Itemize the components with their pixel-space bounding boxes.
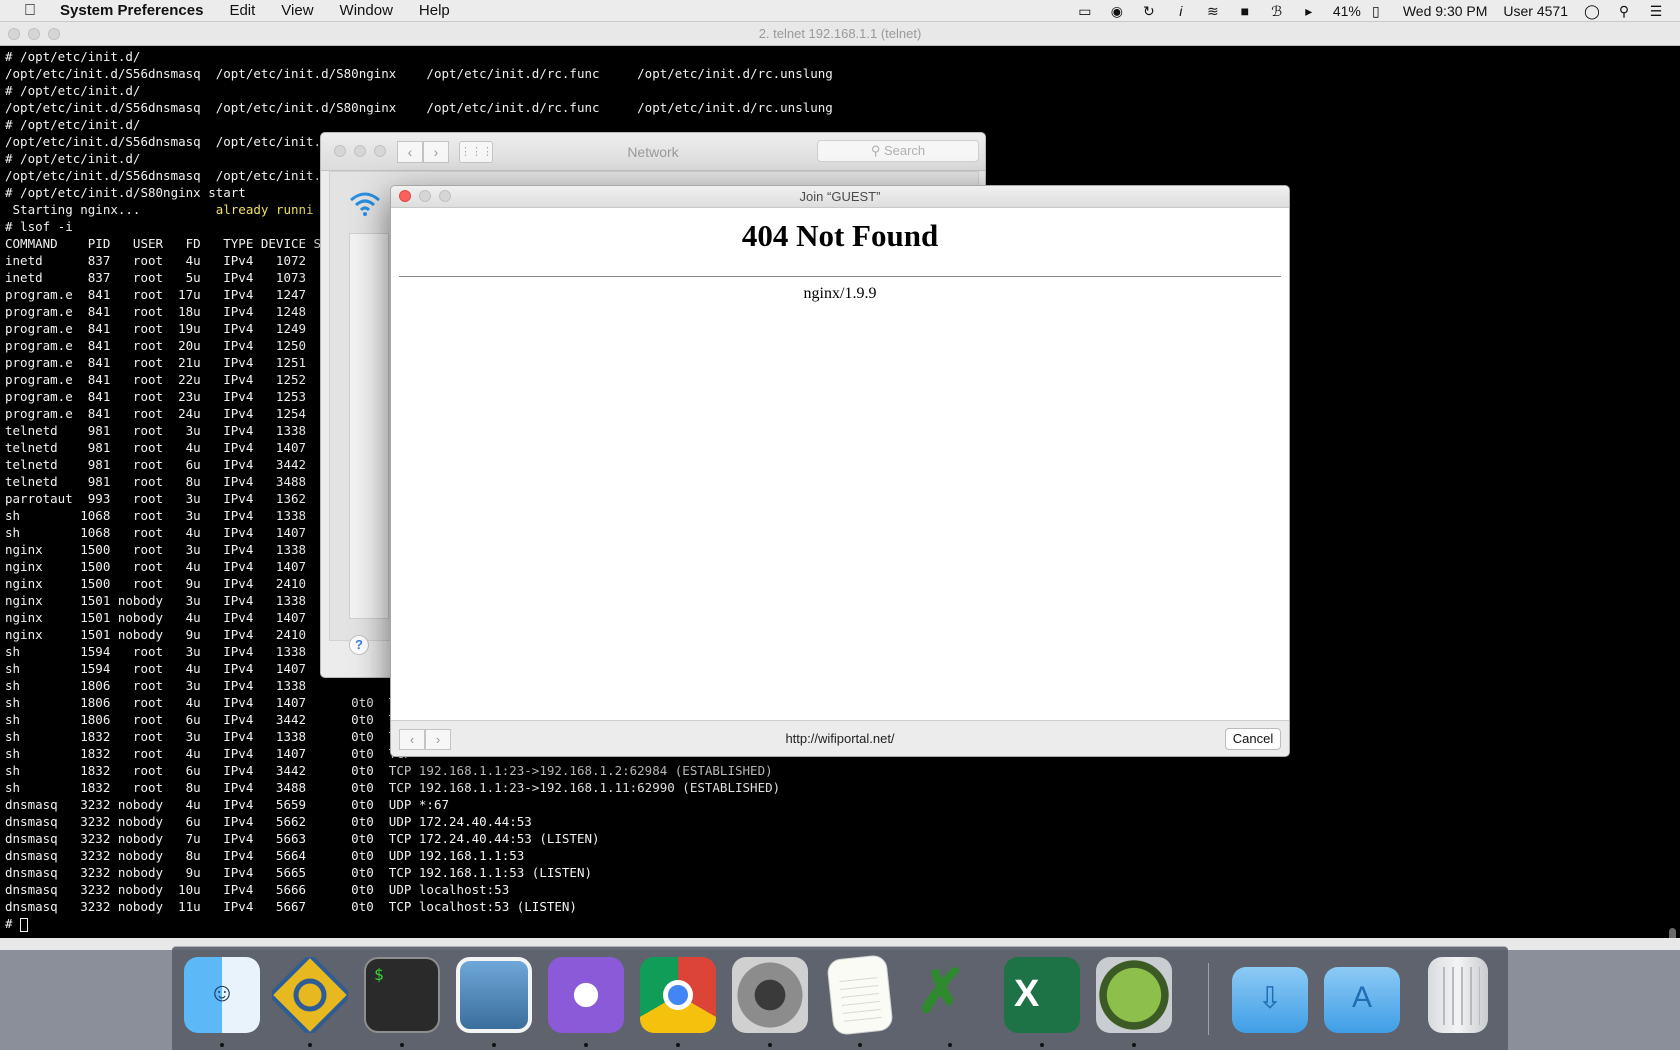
time-machine-icon[interactable] — [1096, 957, 1172, 1033]
join-footer: ‹ › http://wifiportal.net/ Cancel — [391, 720, 1289, 756]
telnet-app-icon[interactable] — [267, 952, 353, 1038]
terminal-line: dnsmasq 3232 nobody 6u IPv4 5662 0t0 UDP… — [5, 814, 532, 829]
menu-help[interactable]: Help — [419, 2, 450, 19]
zoom-button[interactable] — [439, 190, 451, 202]
network-titlebar[interactable]: ‹ › ⋮⋮⋮ Network ⚲ Search — [321, 133, 985, 171]
menu-edit[interactable]: Edit — [229, 2, 255, 19]
battery-icon[interactable]: ▯ — [1365, 4, 1387, 18]
dock: ☺ $ ✗ X ⇩ A — [172, 946, 1508, 1050]
battery-percent[interactable]: 41% — [1333, 3, 1361, 19]
running-indicator — [1132, 1043, 1136, 1047]
menu-app-name[interactable]: System Preferences — [60, 2, 203, 19]
terminal-line: /opt/etc/init.d/S56dnsmasq /opt/etc/init… — [5, 66, 833, 81]
bluetooth-icon[interactable]: ℬ — [1269, 4, 1285, 18]
running-indicator — [308, 1043, 312, 1047]
close-button[interactable] — [399, 190, 411, 202]
hangouts-icon[interactable]: ◉ — [1109, 4, 1125, 18]
sync-icon[interactable]: ↻ — [1141, 4, 1157, 18]
running-indicator — [1040, 1043, 1044, 1047]
terminal-cursor — [20, 917, 29, 932]
menu-view[interactable]: View — [281, 2, 313, 19]
portal-page: 404 Not Found nginx/1.9.9 — [391, 208, 1289, 704]
user-icon[interactable]: ◯ — [1584, 4, 1600, 18]
terminal-line: sh 1832 root 6u IPv4 3442 0t0 TCP 192.16… — [5, 763, 773, 778]
preview-icon[interactable] — [456, 957, 532, 1033]
textedit-icon[interactable] — [826, 954, 894, 1036]
terminal-prompt[interactable]: # — [5, 915, 1668, 932]
running-indicator — [858, 1043, 862, 1047]
trash-icon[interactable] — [1428, 957, 1488, 1033]
minimize-button[interactable] — [28, 28, 40, 40]
system-preferences-icon[interactable] — [732, 957, 808, 1033]
service-list[interactable] — [349, 233, 389, 619]
zoom-button[interactable] — [48, 28, 60, 40]
terminal-line: # /opt/etc/init.d/ — [5, 49, 141, 64]
airplay-icon[interactable]: ▭ — [1077, 4, 1093, 18]
join-window-controls — [399, 190, 459, 202]
chrome-icon[interactable] — [640, 957, 716, 1033]
terminal-line: # /opt/etc/init.d/ — [5, 83, 141, 98]
terminal-line: # /opt/etc/init.d/ — [5, 117, 141, 132]
search-field[interactable]: ⚲ Search — [817, 140, 979, 162]
running-indicator — [584, 1043, 588, 1047]
excel-icon[interactable]: X — [1004, 957, 1080, 1033]
running-indicator — [948, 1043, 952, 1047]
terminal-window-controls — [8, 28, 68, 40]
menu-extras: ▭ ◉ ↻ i ≋ ■ ℬ ▸ 41% ▯ Wed 9:30 PM User 4… — [1077, 0, 1680, 22]
server-signature: nginx/1.9.9 — [803, 285, 877, 302]
terminal-line: dnsmasq 3232 nobody 9u IPv4 5665 0t0 TCP… — [5, 865, 592, 880]
terminal-scrollbar[interactable] — [1669, 50, 1677, 950]
running-indicator — [400, 1043, 404, 1047]
terminal-line: dnsmasq 3232 nobody 11u IPv4 5667 0t0 TC… — [5, 899, 577, 914]
volume-icon[interactable]: ▸ — [1301, 4, 1317, 18]
help-button[interactable]: ? — [349, 635, 369, 655]
search-placeholder: Search — [883, 143, 926, 158]
join-title: Join “GUEST” — [799, 189, 881, 204]
spotlight-icon[interactable]: ⚲ — [1616, 4, 1632, 18]
running-indicator — [220, 1043, 224, 1047]
running-indicator — [676, 1043, 680, 1047]
terminal-glyph: $ — [374, 965, 384, 984]
lock-icon[interactable]: ■ — [1237, 4, 1253, 18]
dock-separator — [1208, 963, 1209, 1035]
minimize-button[interactable] — [419, 190, 431, 202]
wifi-icon — [350, 192, 380, 216]
info-icon[interactable]: i — [1173, 4, 1189, 18]
applications-folder-icon[interactable]: A — [1324, 967, 1400, 1033]
running-indicator — [492, 1043, 496, 1047]
menu-bar:  System Preferences Edit View Window He… — [0, 0, 1680, 22]
terminal-line: dnsmasq 3232 nobody 7u IPv4 5663 0t0 TCP… — [5, 831, 600, 846]
downloads-folder-icon[interactable]: ⇩ — [1232, 967, 1308, 1033]
error-heading: 404 Not Found — [741, 218, 939, 253]
portal-url: http://wifiportal.net/ — [785, 731, 895, 746]
menu-window[interactable]: Window — [340, 2, 393, 19]
user-name[interactable]: User 4571 — [1503, 3, 1568, 19]
terminal-title: 2. telnet 192.168.1.1 (telnet) — [758, 26, 922, 41]
cancel-button[interactable]: Cancel — [1225, 728, 1281, 750]
apple-menu-icon[interactable]:  — [20, 2, 40, 20]
terminal-app-icon[interactable]: $ — [364, 957, 440, 1033]
running-indicator — [768, 1043, 772, 1047]
terminal-line: dnsmasq 3232 nobody 8u IPv4 5664 0t0 UDP… — [5, 848, 525, 863]
terminal-line: dnsmasq 3232 nobody 4u IPv4 5659 0t0 UDP… — [5, 797, 450, 812]
join-titlebar[interactable]: Join “GUEST” — [391, 186, 1289, 208]
notification-center-icon[interactable]: ☰ — [1648, 4, 1664, 18]
terminal-line: sh 1832 root 8u IPv4 3488 0t0 TCP 192.16… — [5, 780, 781, 795]
keys-app-icon[interactable]: ✗ — [912, 957, 988, 1033]
join-guest-window[interactable]: Join “GUEST” 404 Not Found nginx/1.9.9 ‹… — [390, 185, 1290, 757]
wifi-icon[interactable]: ≋ — [1205, 4, 1221, 18]
status-already-running: already runni — [215, 202, 314, 217]
terminal-line: /opt/etc/init.d/S56dnsmasq /opt/etc/init… — [5, 100, 833, 115]
terminal-titlebar[interactable]: 2. telnet 192.168.1.1 (telnet) — [0, 22, 1680, 46]
divider — [399, 276, 1281, 277]
close-button[interactable] — [8, 28, 20, 40]
clock[interactable]: Wed 9:30 PM — [1403, 3, 1488, 19]
terminal-line: dnsmasq 3232 nobody 10u IPv4 5666 0t0 UD… — [5, 882, 510, 897]
finder-icon[interactable]: ☺ — [184, 957, 260, 1033]
textual-icon[interactable] — [548, 957, 624, 1033]
